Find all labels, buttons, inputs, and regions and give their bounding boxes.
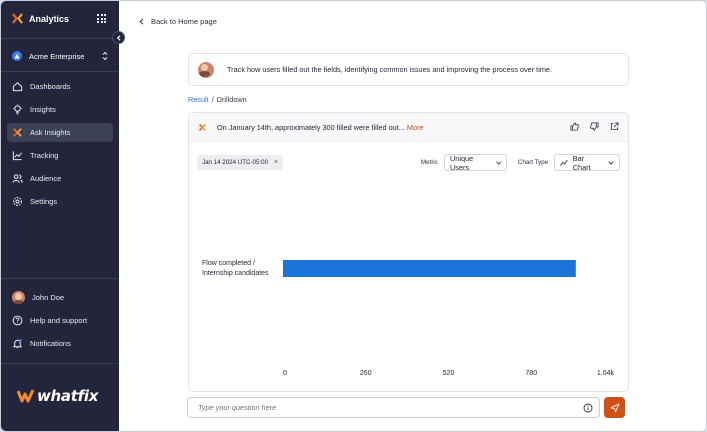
org-icon [12, 51, 22, 61]
org-switcher[interactable]: Acme Enterprise [12, 51, 108, 61]
x-tick-label: 260 [360, 370, 372, 377]
main-content: Back to Home page Track how users filled… [119, 1, 706, 431]
whatfix-mark-icon [17, 389, 35, 403]
back-label: Back to Home page [151, 17, 217, 26]
sidebar-item-label: Insights [30, 105, 56, 114]
app-name: Analytics [29, 13, 70, 24]
user-profile[interactable]: John Doe [7, 288, 113, 307]
sidebar-item-label: Help and support [30, 316, 88, 325]
divider [1, 278, 119, 279]
sidebar-item-label: Settings [30, 197, 58, 206]
sidebar-item-insights[interactable]: Insights [7, 100, 113, 119]
send-button[interactable] [604, 397, 625, 418]
app-grid-icon[interactable] [97, 14, 106, 23]
gear-icon [13, 197, 22, 206]
sidebar-item-label: Ask Insights [30, 128, 71, 137]
sidebar-item-dashboards[interactable]: Dashboards [7, 77, 113, 96]
sidebar-item-ask-insights[interactable]: Ask Insights [7, 123, 113, 142]
sidebar-item-label: Dashboards [30, 82, 71, 91]
divider [1, 363, 119, 364]
sidebar-item-label: Notifications [30, 339, 71, 348]
user-name: John Doe [32, 293, 65, 302]
sidebar-item-settings[interactable]: Settings [7, 192, 113, 211]
home-icon [12, 82, 23, 92]
divider [1, 38, 119, 39]
bell-icon [12, 339, 23, 349]
brand[interactable]: Analytics [12, 13, 69, 24]
x-tick-label: 1.04k [597, 370, 615, 377]
sidebar-item-help[interactable]: Help and support [7, 311, 113, 330]
sidebar-item-label: Audience [30, 174, 62, 183]
chevron-left-icon [139, 18, 144, 25]
audience-icon [12, 174, 23, 183]
prompt-card: Track how users filled out the fields, i… [188, 53, 629, 86]
x-tick-label: 520 [443, 370, 455, 377]
bar-chart: 0 260 520 780 1.04k [283, 260, 615, 377]
x-tick-label: 780 [525, 370, 537, 377]
x-tick-label: 0 [283, 370, 287, 377]
app-window: Analytics Acme Enterprise Dashboards Ins… [0, 0, 707, 432]
org-name: Acme Enterprise [29, 51, 85, 61]
breadcrumb-separator: / [211, 95, 214, 104]
whatfix-logo: whatfix [17, 387, 98, 405]
bar[interactable] [283, 260, 576, 277]
breadcrumb-current: Drilldown [216, 95, 247, 104]
prompt-text: Track how users filled out the fields, i… [227, 65, 552, 74]
sidebar-item-label: Tracking [30, 151, 59, 160]
ask-insights-icon [13, 128, 22, 137]
tracking-icon [12, 151, 23, 161]
chevron-up-down-icon [102, 51, 108, 61]
whatfix-logo-text: whatfix [37, 387, 99, 405]
help-icon [12, 315, 23, 326]
breadcrumb: Result / Drilldown [188, 95, 247, 104]
send-icon [610, 403, 619, 412]
info-icon[interactable] [583, 403, 593, 413]
question-input[interactable] [198, 403, 578, 412]
collapse-sidebar-button[interactable] [112, 31, 125, 44]
chevron-left-icon [116, 34, 120, 41]
sidebar: Analytics Acme Enterprise Dashboards Ins… [1, 1, 119, 431]
breadcrumb-result-link[interactable]: Result [188, 95, 209, 104]
sidebar-item-audience[interactable]: Audience [7, 169, 113, 188]
whatfix-logo-icon [12, 13, 23, 24]
avatar [198, 61, 214, 78]
result-card: On January 14th, approximately 300 fille… [188, 112, 629, 392]
bulb-icon [12, 104, 23, 115]
divider [1, 71, 119, 72]
sidebar-item-tracking[interactable]: Tracking [7, 146, 113, 165]
sidebar-item-notifications[interactable]: Notifications [7, 334, 113, 353]
avatar [12, 291, 25, 304]
ask-question-box [187, 397, 600, 418]
back-link[interactable]: Back to Home page [139, 17, 217, 26]
